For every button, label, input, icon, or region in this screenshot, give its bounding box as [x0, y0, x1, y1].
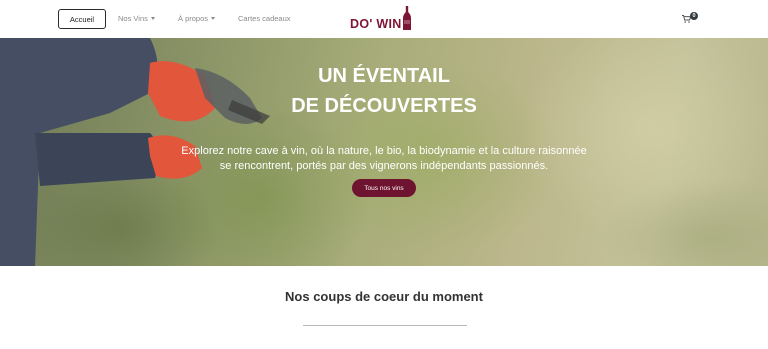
brand-logo[interactable]: DO' WIN: [350, 6, 411, 33]
nav-gift-cards-label: Cartes cadeaux: [238, 14, 291, 23]
nav-home-button[interactable]: Accueil: [58, 9, 106, 29]
bottle-icon: [402, 6, 411, 30]
featured-section-title: Nos coups de coeur du moment: [285, 289, 483, 304]
nav-wines-label: Nos Vins: [118, 14, 148, 23]
all-wines-button-label: Tous nos vins: [364, 184, 404, 192]
hero-title-line-2: DE DÉCOUVERTES: [291, 95, 477, 117]
section-divider: [303, 325, 467, 326]
hero-subtitle-line-1: Explorez notre cave à vin, où la nature,…: [181, 145, 587, 157]
logo-text: DO' WIN: [350, 16, 402, 31]
chevron-down-icon: [211, 17, 216, 20]
all-wines-button[interactable]: Tous nos vins: [352, 179, 416, 197]
chevron-down-icon: [150, 17, 155, 20]
cart-button[interactable]: 0: [682, 11, 702, 27]
nav-about-dropdown[interactable]: À propos: [178, 14, 216, 23]
nav-wines-dropdown[interactable]: Nos Vins: [118, 14, 155, 23]
hero-subtitle-line-2: se rencontrent, portés par des vignerons…: [219, 160, 549, 172]
nav-gift-cards-link[interactable]: Cartes cadeaux: [238, 14, 291, 23]
cart-count-badge: 0: [690, 12, 698, 20]
hero-banner: UN ÉVENTAIL DE DÉCOUVERTES Explorez notr…: [0, 38, 768, 266]
nav-home-label: Accueil: [69, 14, 95, 24]
top-navbar: Accueil Nos Vins À propos Cartes cadeaux…: [0, 0, 768, 38]
hero-title-line-1: UN ÉVENTAIL: [318, 65, 450, 87]
nav-about-label: À propos: [178, 14, 209, 23]
